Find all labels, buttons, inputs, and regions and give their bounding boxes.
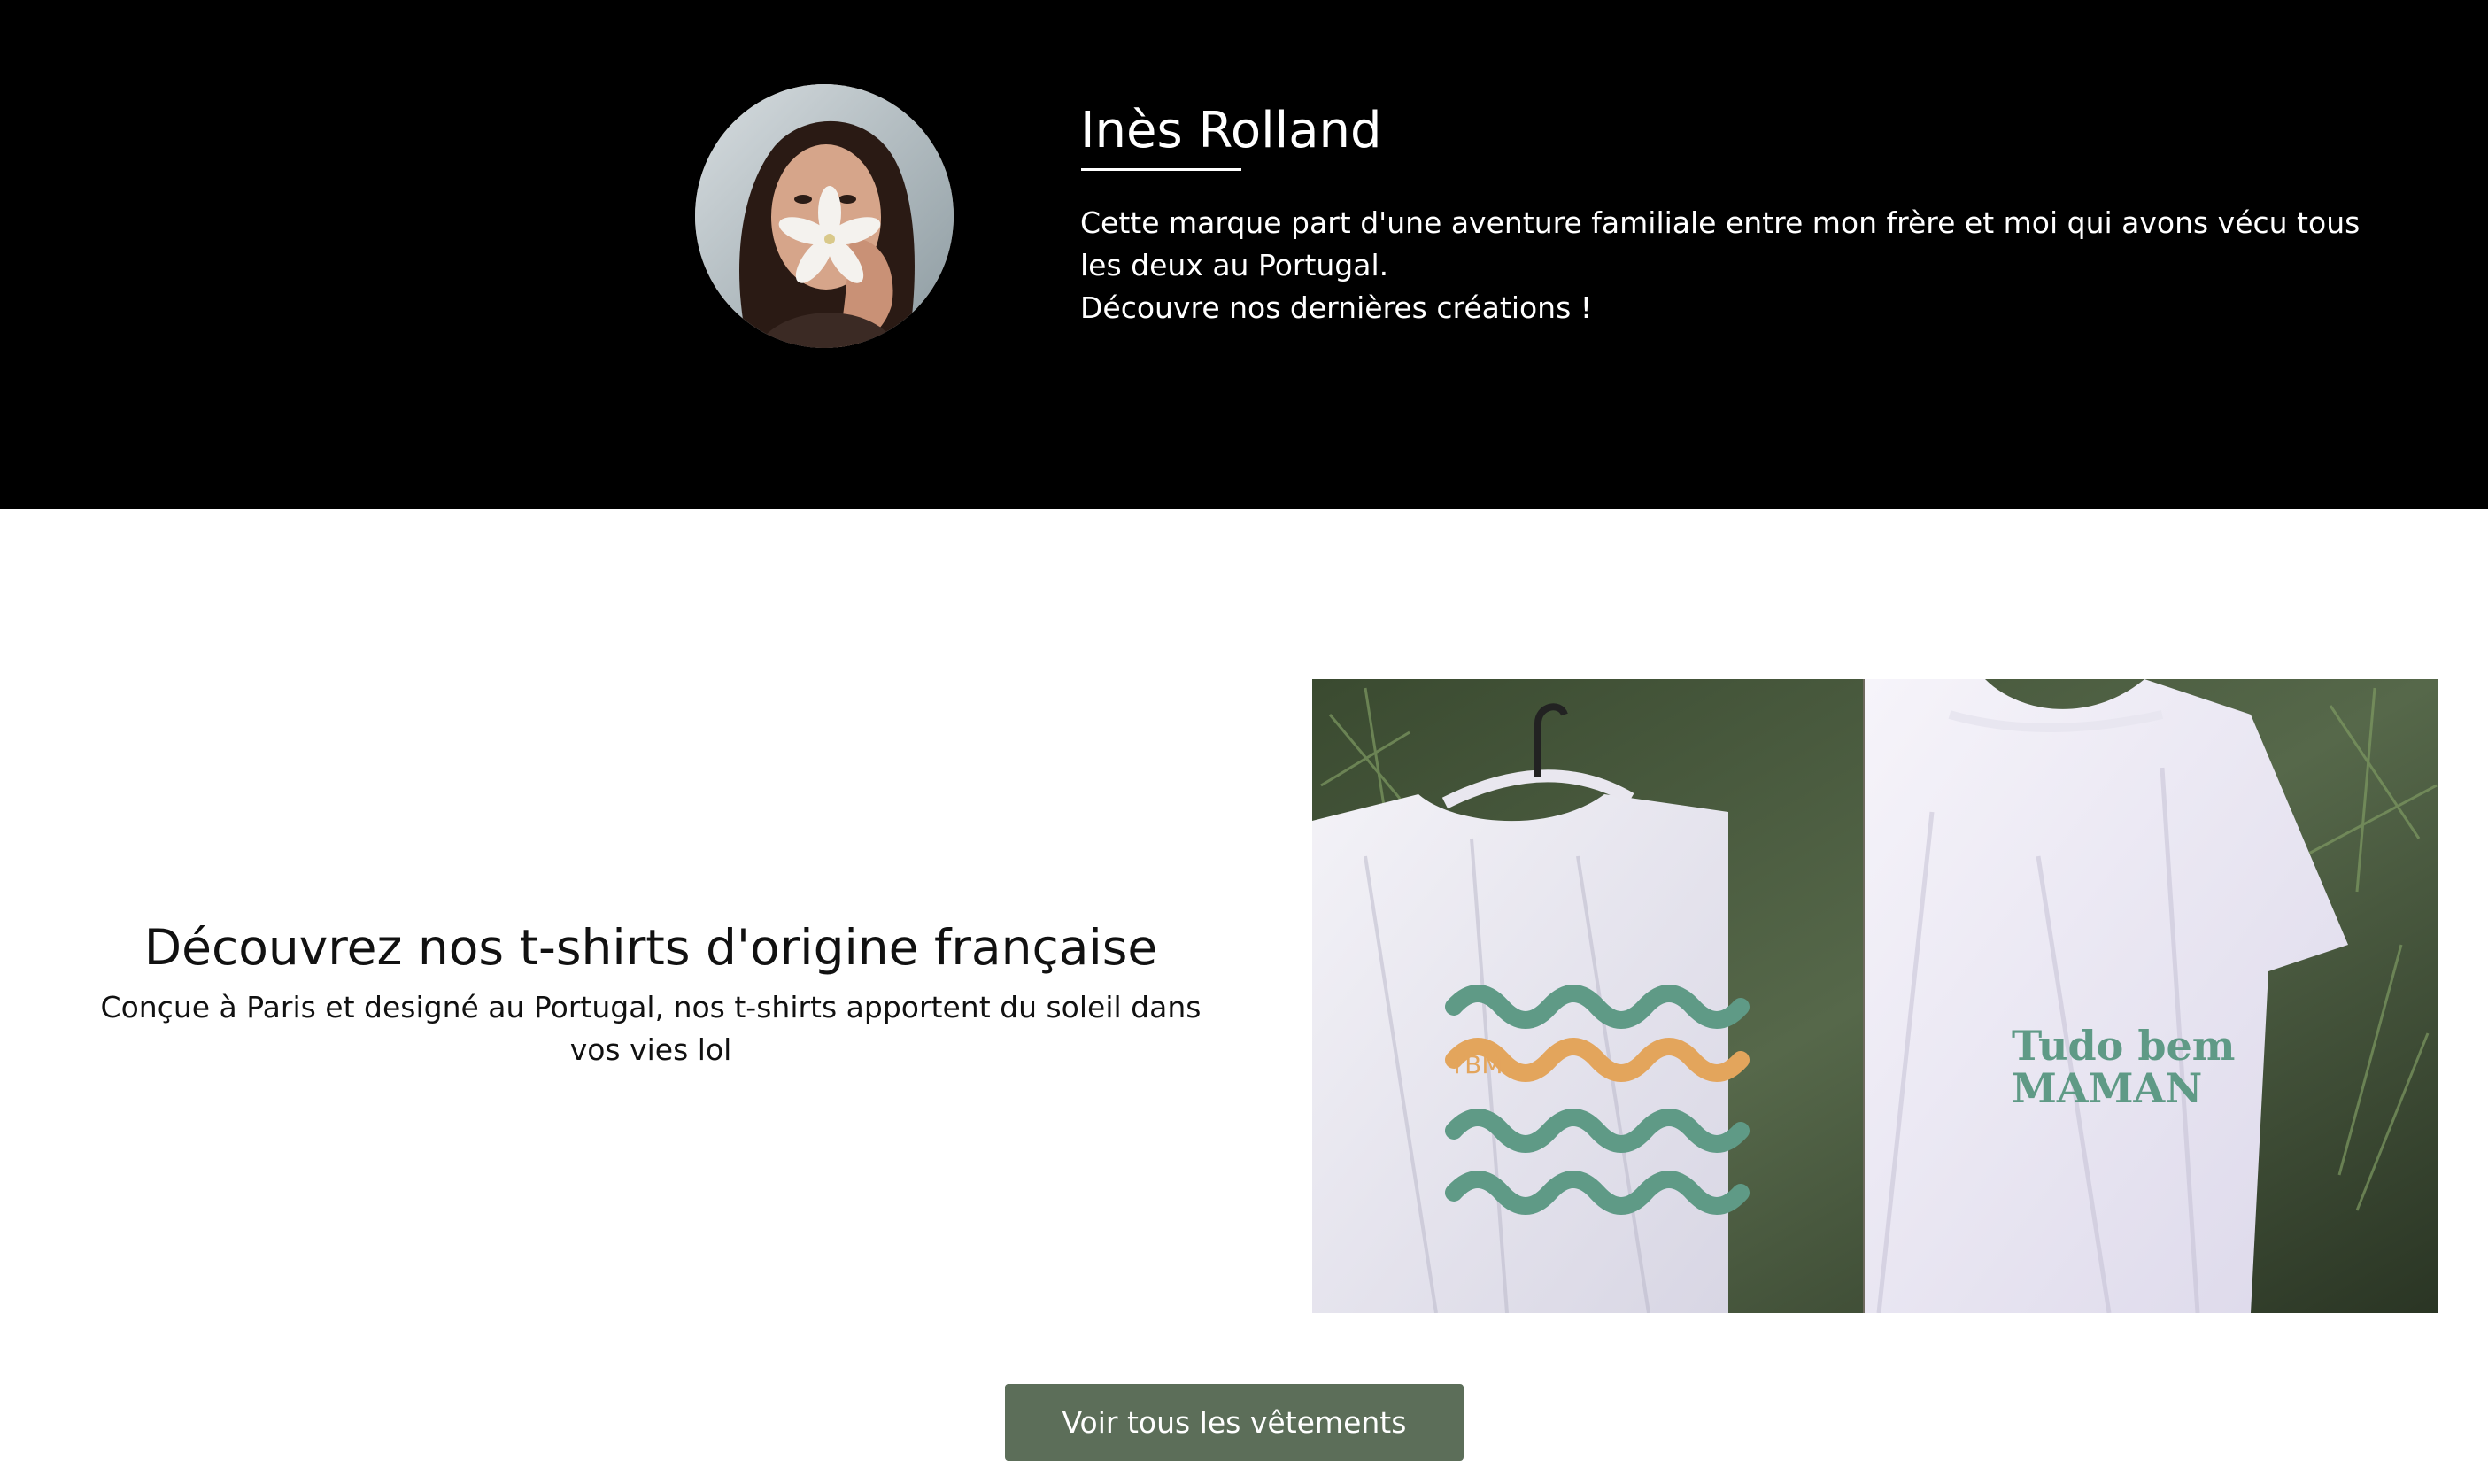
name-underline-divider bbox=[1081, 168, 1241, 171]
right-shirt-print-line-1: Tudo bem bbox=[2012, 1022, 2235, 1070]
view-all-clothes-button[interactable]: Voir tous les vêtements bbox=[1005, 1384, 1464, 1461]
portrait-photo bbox=[695, 84, 954, 348]
promo-title: Découvrez nos t-shirts d'origine françai… bbox=[143, 919, 1158, 976]
author-description: Cette marque part d'une aventure familia… bbox=[1080, 202, 2373, 329]
tshirts-photo: TBM Tudo bem MAMAN bbox=[1312, 679, 2438, 1313]
promo-text-block: Découvrez nos t-shirts d'origine françai… bbox=[75, 912, 1226, 1071]
bio-paragraph: Cette marque part d'une aventure familia… bbox=[1080, 205, 2361, 282]
author-bio-section: Inès Rolland Cette marque part d'une ave… bbox=[0, 0, 2488, 509]
left-shirt-print: TBM bbox=[1449, 1050, 1503, 1079]
bio-cta-line: Découvre nos dernières créations ! bbox=[1080, 290, 1592, 325]
author-avatar bbox=[695, 84, 954, 348]
right-shirt-print-line-2: MAMAN bbox=[2012, 1064, 2202, 1112]
tshirts-image: TBM Tudo bem MAMAN bbox=[1312, 679, 2438, 1313]
promo-subtitle: Conçue à Paris et designé au Portugal, n… bbox=[100, 990, 1202, 1067]
author-name: Inès Rolland bbox=[1080, 102, 1382, 159]
